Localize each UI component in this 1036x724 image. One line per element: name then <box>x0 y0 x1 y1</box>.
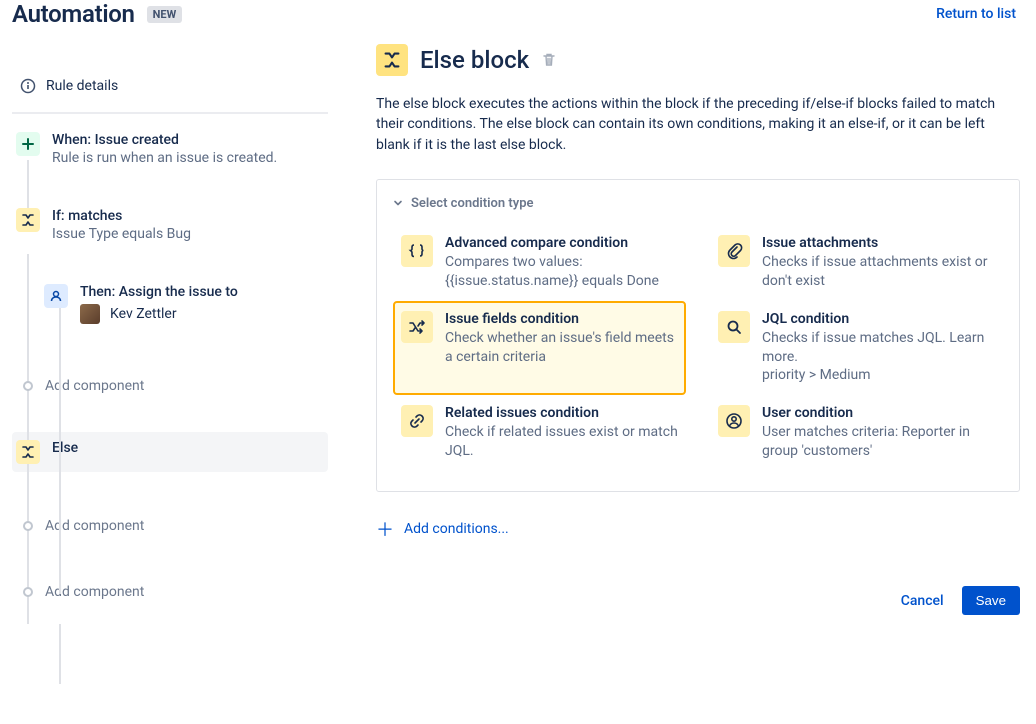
condition-title: Issue fields condition <box>445 311 678 327</box>
add-conditions-label: Add conditions... <box>404 521 509 537</box>
page-title: Automation <box>12 0 135 28</box>
condition-desc: User matches criteria: Reporter in group… <box>762 423 995 461</box>
chevron-down-icon <box>393 198 403 208</box>
new-badge: NEW <box>147 6 183 23</box>
return-to-list-link[interactable]: Return to list <box>936 6 1016 22</box>
when-sub: Rule is run when an issue is created. <box>52 150 324 166</box>
condition-title: Advanced compare condition <box>445 235 678 251</box>
condition-desc: Compares two values: {{issue.status.name… <box>445 253 678 291</box>
user-icon <box>44 284 68 308</box>
info-icon <box>20 78 36 94</box>
delete-icon[interactable] <box>541 52 557 68</box>
plus-icon <box>16 132 40 156</box>
assignee-name: Kev Zettler <box>110 306 177 322</box>
plus-icon: ＋ <box>376 516 394 542</box>
condition-desc: Check if related issues exist or match J… <box>445 423 678 461</box>
add-dot <box>23 521 33 531</box>
branch-icon <box>16 440 40 464</box>
add-conditions-button[interactable]: ＋ Add conditions... <box>376 516 1020 542</box>
shuffle-icon <box>401 311 433 343</box>
branch-icon <box>376 44 408 76</box>
description: The else block executes the actions with… <box>376 94 1016 155</box>
link-icon <box>401 405 433 437</box>
panel-toggle[interactable]: Select condition type <box>393 196 1003 211</box>
branch-icon <box>16 208 40 232</box>
cancel-button[interactable]: Cancel <box>901 593 944 609</box>
condition-title: Issue attachments <box>762 235 995 251</box>
add-dot <box>23 381 33 391</box>
braces-icon <box>401 235 433 267</box>
condition-title: Related issues condition <box>445 405 678 421</box>
else-title: Else <box>52 440 324 456</box>
rule-details-link[interactable]: Rule details <box>12 60 328 114</box>
condition-desc: Checks if issue matches JQL. Learn more.… <box>762 329 995 386</box>
if-sub: Issue Type equals Bug <box>52 226 324 242</box>
save-button[interactable]: Save <box>962 586 1020 615</box>
condition-issue-fields[interactable]: Issue fields condition Check whether an … <box>393 301 686 396</box>
if-title: If: matches <box>52 208 324 224</box>
attachment-icon <box>718 235 750 267</box>
condition-desc: Check whether an issue's field meets a c… <box>445 329 678 367</box>
add-dot <box>23 587 33 597</box>
avatar <box>80 304 100 324</box>
rule-details-label: Rule details <box>46 78 118 94</box>
then-title: Then: Assign the issue to <box>80 284 324 300</box>
condition-title: User condition <box>762 405 995 421</box>
condition-user[interactable]: User condition User matches criteria: Re… <box>710 395 1003 471</box>
condition-panel: Select condition type Advanced compare c… <box>376 179 1020 492</box>
condition-issue-attachments[interactable]: Issue attachments Checks if issue attach… <box>710 225 1003 301</box>
panel-header-label: Select condition type <box>411 196 534 211</box>
condition-if[interactable]: If: matches Issue Type equals Bug <box>12 200 328 250</box>
condition-jql[interactable]: JQL condition Checks if issue matches JQ… <box>710 301 1003 396</box>
main-title: Else block <box>420 46 529 74</box>
user-icon <box>718 405 750 437</box>
condition-desc: Checks if issue attachments exist or don… <box>762 253 995 291</box>
trigger-when[interactable]: When: Issue created Rule is run when an … <box>12 124 328 174</box>
condition-title: JQL condition <box>762 311 995 327</box>
when-title: When: Issue created <box>52 132 324 148</box>
condition-related-issues[interactable]: Related issues condition Check if relate… <box>393 395 686 471</box>
condition-advanced-compare[interactable]: Advanced compare condition Compares two … <box>393 225 686 301</box>
search-icon <box>718 311 750 343</box>
